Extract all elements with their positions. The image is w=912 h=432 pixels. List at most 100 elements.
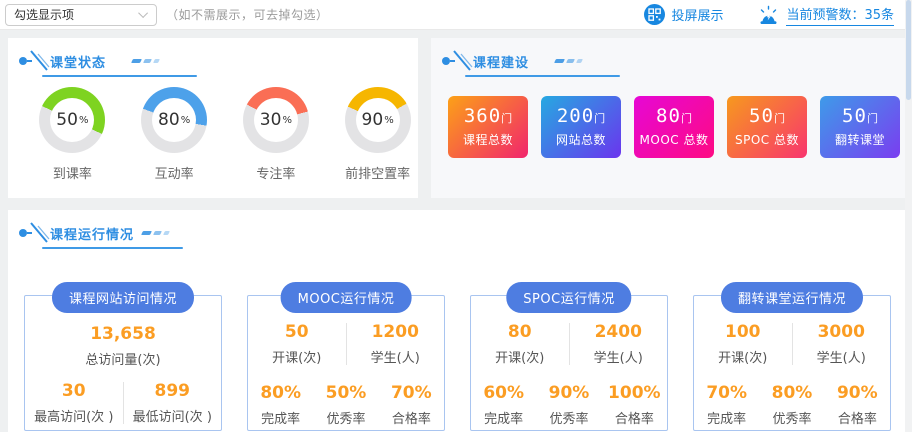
tile-website-total[interactable]: 200门 网站总数 [541,96,621,158]
tile-label: 翻转课堂 [835,131,885,148]
excellent-rate-label: 优秀率 [759,408,824,427]
card-title-pill: 翻转课堂运行情况 [721,282,863,313]
completion-rate-value: 70% [694,383,759,403]
tile-unit: 门 [594,112,605,125]
dropdown-hint-text: （如不需展示，可去掉勾选） [166,6,329,23]
students-label: 学生(人) [570,347,668,366]
donut-chart: 90% [345,87,411,153]
section-marker-icon [441,49,473,73]
gauge-focus-rate: 30% 专注率 [236,87,317,182]
sessions-value: 100 [694,322,792,342]
cast-screen-label: 投屏展示 [671,5,723,24]
course-building-panel: 课程建设 360门 课程总数 200门 网站总数 80门 MOOC 总数 50门… [431,38,905,198]
card-website-visits: 课程网站访问情况 13,658 总访问量(次) 30 最高访问(次 ) 899 … [24,295,222,431]
pass-rate-value: 70% [379,383,444,403]
gauge-row: 50% 到课率 80% 互动率 30% 专注率 90 [8,77,418,182]
pass-rate-label: 合格率 [602,408,667,427]
tile-value: 360 [464,105,501,127]
gauge-value: 90 [362,110,384,130]
tile-label: 网站总数 [556,131,606,148]
section-underline [42,75,197,77]
card-spoc-operation: SPOC运行情况 80 开课(次) 2400 学生(人) 60% 完成率 [470,295,668,431]
sessions-value: 50 [248,322,346,342]
total-visits-value: 13,658 [25,324,221,344]
section-title: 课程建设 [473,52,529,71]
excellent-rate-label: 优秀率 [313,408,378,427]
gauge-unit: % [79,115,89,126]
tile-label: MOOC 总数 [640,131,709,148]
tile-unit: 门 [867,112,878,125]
section-marker-icon [18,221,50,245]
tile-label: SPOC 总数 [735,131,799,148]
gauge-unit: % [282,115,292,126]
students-value: 1200 [347,322,445,342]
section-dashes-decoration [142,231,169,235]
tile-unit: 门 [774,112,785,125]
section-title: 课堂状态 [50,52,106,71]
tile-mooc-total[interactable]: 80门 MOOC 总数 [634,96,714,158]
section-marker-icon [18,49,50,73]
operation-cards-row: 课程网站访问情况 13,658 总访问量(次) 30 最高访问(次 ) 899 … [8,249,905,431]
chevron-down-icon [138,8,148,18]
pass-rate-label: 合格率 [825,408,890,427]
pass-rate-label: 合格率 [379,408,444,427]
excellent-rate-label: 优秀率 [536,408,601,427]
excellent-rate-value: 90% [536,383,601,403]
class-status-header: 课堂状态 [18,49,159,73]
completion-rate-value: 80% [248,383,313,403]
sessions-label: 开课(次) [248,347,346,366]
tile-label: 课程总数 [463,131,513,148]
course-operation-panel: 课程运行情况 课程网站访问情况 13,658 总访问量(次) 30 最高访问(次… [8,210,905,432]
course-tiles-row: 360门 课程总数 200门 网站总数 80门 MOOC 总数 50门 SPOC… [431,77,905,158]
warning-count-link[interactable]: 当前预警数：35条 [757,4,894,26]
tile-flipped-classroom[interactable]: 50门 翻转课堂 [820,96,900,158]
students-value: 2400 [570,322,668,342]
gauge-value: 80 [158,110,180,130]
section-underline [42,247,183,249]
gauge-label: 互动率 [134,163,215,182]
max-visits-label: 最高访问(次 ) [25,406,123,425]
warning-count-label: 当前预警数：35条 [786,4,894,26]
donut-chart: 80% [141,87,207,153]
tile-spoc-total[interactable]: 50门 SPOC 总数 [727,96,807,158]
completion-rate-value: 60% [471,383,536,403]
display-items-dropdown[interactable]: 勾选显示项 [5,4,157,26]
tile-value: 200 [557,105,594,127]
section-title: 课程运行情况 [50,224,134,243]
students-label: 学生(人) [793,347,891,366]
gauge-label: 到课率 [32,163,113,182]
card-title-pill: SPOC运行情况 [506,282,631,313]
excellent-rate-value: 50% [313,383,378,403]
section-dashes-decoration [132,59,159,63]
alarm-siren-icon [757,4,780,26]
students-label: 学生(人) [347,347,445,366]
pass-rate-value: 100% [602,383,667,403]
card-flipped-classroom-operation: 翻转课堂运行情况 100 开课(次) 3000 学生(人) 70% 完成率 [693,295,891,431]
sessions-label: 开课(次) [694,347,792,366]
tile-course-total[interactable]: 360门 课程总数 [448,96,528,158]
scrollbar-thumb[interactable] [906,0,911,100]
completion-rate-label: 完成率 [471,408,536,427]
vertical-scrollbar[interactable] [905,0,912,432]
tile-unit: 门 [501,112,512,125]
course-operation-header: 课程运行情况 [18,221,169,245]
tile-value: 80 [656,105,681,127]
tile-value: 50 [842,105,867,127]
section-underline [465,75,620,77]
class-status-panel: 课堂状态 50% 到课率 80% 互动率 30% [8,38,418,198]
gauge-unit: % [181,115,191,126]
students-value: 3000 [793,322,891,342]
cast-screen-button[interactable]: 投屏展示 [644,4,723,25]
excellent-rate-value: 80% [759,383,824,403]
card-mooc-operation: MOOC运行情况 50 开课(次) 1200 学生(人) 80% 完成率 [247,295,445,431]
sessions-value: 80 [471,322,569,342]
qr-cast-icon [644,4,665,25]
donut-chart: 30% [243,87,309,153]
gauge-value: 50 [56,110,78,130]
card-title-pill: 课程网站访问情况 [52,282,194,313]
completion-rate-label: 完成率 [694,408,759,427]
top-toolbar: 勾选显示项 （如不需展示，可去掉勾选） 投屏展示 [0,0,912,30]
min-visits-value: 899 [124,381,222,401]
sessions-label: 开课(次) [471,347,569,366]
display-items-dropdown-value: 勾选显示项 [14,6,74,23]
